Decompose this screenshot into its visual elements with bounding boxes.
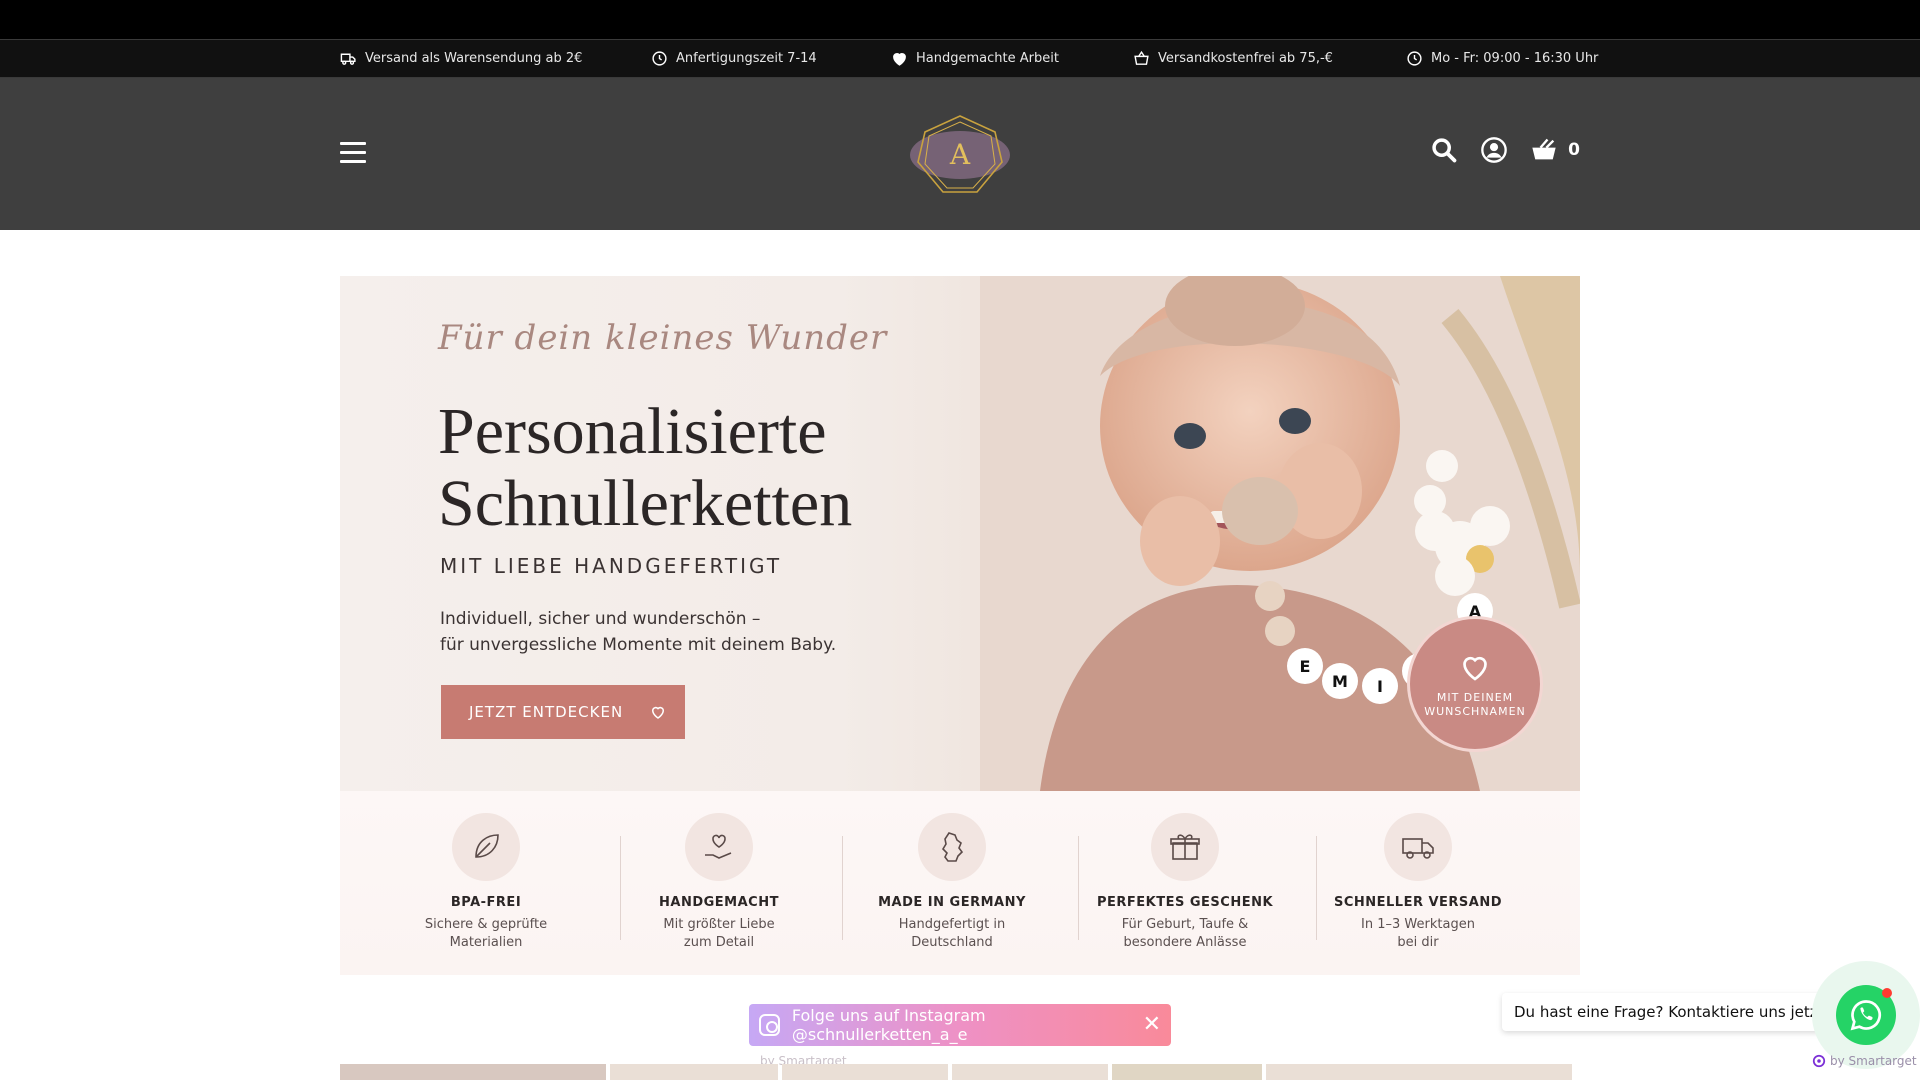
heart-icon [893, 53, 906, 66]
logo[interactable]: A [907, 114, 1013, 196]
chain-letter-bead: M [1332, 672, 1348, 691]
hero-title: Personalisierte Schnullerketten [438, 395, 853, 540]
badge-text: MIT DEINEM WUNSCHNAMEN [1424, 691, 1526, 718]
clock-icon [1407, 51, 1422, 66]
chain-letter-bead: E [1300, 657, 1311, 676]
heart-icon [1463, 656, 1487, 681]
search-icon[interactable] [1430, 136, 1458, 164]
site-header: A 0 [0, 78, 1920, 230]
instagram-icon [759, 1014, 780, 1036]
smartarget-credit[interactable]: by Smartarget [1812, 1054, 1917, 1068]
info-bar: Versand als Warensendung ab 2€ Anfertigu… [0, 39, 1920, 78]
menu-icon[interactable] [340, 142, 366, 164]
thumbnail[interactable] [340, 1064, 606, 1080]
clock-icon [652, 51, 667, 66]
info-item-hours: Mo - Fr: 09:00 - 16:30 Uhr [1406, 40, 1598, 77]
notification-dot [1882, 988, 1892, 998]
info-item-label: Versandkostenfrei ab 75,-€ [1158, 51, 1333, 66]
discover-button-label: JETZT ENTDECKEN [469, 703, 624, 721]
info-item-shipping: Versand als Warensendung ab 2€ [340, 40, 582, 77]
germany-map-icon [918, 813, 986, 881]
top-black-bar [0, 0, 1920, 39]
thumbnail[interactable] [1266, 1064, 1572, 1080]
hero-subtitle: MIT LIEBE HANDGEFERTIGT [440, 554, 783, 578]
info-item-production-time: Anfertigungszeit 7-14 [651, 40, 817, 77]
truck-icon [1384, 813, 1452, 881]
feature-handmade: HANDGEMACHT Mit größter Liebe zum Detail [629, 813, 809, 952]
heart-icon [651, 706, 665, 719]
target-icon [1812, 1054, 1826, 1068]
feature-divider [620, 836, 621, 940]
hand-heart-icon [685, 813, 753, 881]
discover-button[interactable]: JETZT ENTDECKEN [441, 685, 685, 739]
instagram-banner-label: Folge uns auf Instagram @schnullerketten… [791, 1006, 986, 1044]
feature-gift: PERFEKTES GESCHENK Für Geburt, Taufe & be… [1095, 813, 1275, 952]
feature-made-in-germany: MADE IN GERMANY Handgefertigt in Deutschl… [862, 813, 1042, 952]
feature-strip: BPA-FREI Sichere & geprüfte Materialien H… [340, 791, 1580, 975]
cart-icon[interactable] [1530, 136, 1558, 164]
hero-description: Individuell, sicher und wunderschön – für… [440, 609, 837, 655]
thumbnail[interactable] [782, 1064, 948, 1080]
info-item-label: Mo - Fr: 09:00 - 16:30 Uhr [1431, 51, 1599, 66]
truck-icon [340, 53, 356, 65]
logo-letter: A [949, 138, 971, 171]
chat-prompt-bubble[interactable]: Du hast eine Frage? Kontaktiere uns jetz… [1502, 993, 1836, 1031]
feature-fast-shipping: SCHNELLER VERSAND In 1–3 Werktagen bei di… [1328, 813, 1508, 952]
gift-icon [1151, 813, 1219, 881]
whatsapp-icon [1850, 1000, 1882, 1031]
header-actions: 0 [1430, 136, 1580, 164]
cart-count[interactable]: 0 [1568, 140, 1580, 160]
account-icon[interactable] [1480, 136, 1508, 164]
chain-letter-bead: I [1377, 677, 1383, 696]
basket-icon [1134, 50, 1149, 65]
info-item-label: Handgemachte Arbeit [916, 51, 1059, 66]
name-badge: MIT DEINEM WUNSCHNAMEN [1407, 616, 1543, 752]
thumbnail[interactable] [1112, 1064, 1262, 1080]
close-icon[interactable]: ✕ [1143, 1014, 1161, 1036]
thumbnail[interactable] [610, 1064, 778, 1080]
thumbnail-row [340, 1064, 1580, 1080]
info-item-label: Anfertigungszeit 7-14 [676, 51, 817, 66]
thumbnail[interactable] [952, 1064, 1108, 1080]
feature-divider [842, 836, 843, 940]
feature-bpa-free: BPA-FREI Sichere & geprüfte Materialien [396, 813, 576, 952]
info-item-free-shipping: Versandkostenfrei ab 75,-€ [1133, 40, 1333, 77]
hero-banner: Für dein kleines Wunder Personalisierte S… [340, 276, 1580, 791]
info-item-handmade: Handgemachte Arbeit [891, 40, 1059, 77]
feature-divider [1078, 836, 1079, 940]
instagram-banner[interactable]: Folge uns auf Instagram @schnullerketten… [749, 1004, 1171, 1046]
feature-divider [1316, 836, 1317, 940]
hero-script-text: Für dein kleines Wunder [438, 318, 888, 358]
leaf-icon [452, 813, 520, 881]
info-item-label: Versand als Warensendung ab 2€ [365, 51, 583, 66]
